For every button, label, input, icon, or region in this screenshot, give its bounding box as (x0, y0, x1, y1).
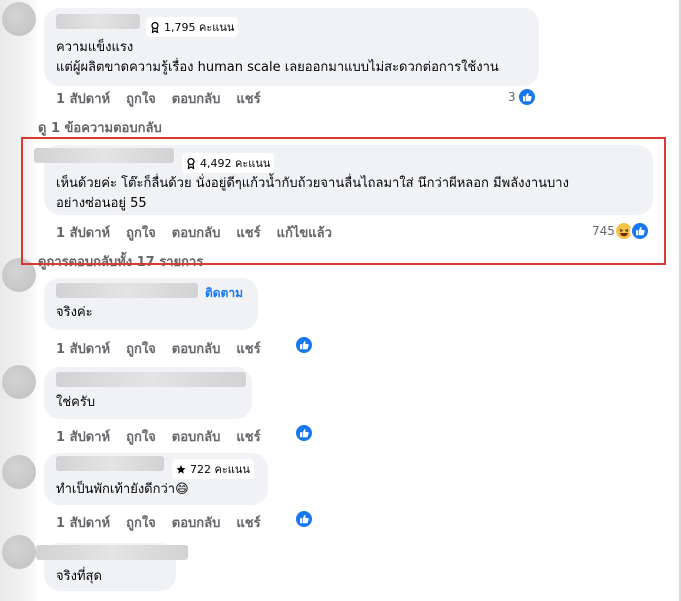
like-button[interactable]: ถูกใจ (126, 88, 156, 109)
avatar[interactable] (2, 455, 36, 489)
top-fan-badge: 722 คะแนน (172, 459, 254, 479)
reply-button[interactable]: ตอบกลับ (172, 338, 221, 359)
blurred-username[interactable] (36, 545, 188, 560)
reply-button[interactable]: ตอบกลับ (172, 426, 221, 447)
reply-button[interactable]: ตอบกลับ (172, 512, 221, 533)
follow-button[interactable]: ติดตาม (205, 284, 243, 303)
like-button[interactable]: ถูกใจ (126, 426, 156, 447)
view-replies-link[interactable]: ดู 1 ข้อความตอบกลับ (38, 117, 162, 138)
comment-actions: 1 สัปดาห์ ถูกใจ ตอบกลับ แชร์ (56, 88, 277, 109)
avatar[interactable] (2, 535, 36, 569)
points-badge-label: 722 คะแนน (190, 463, 250, 476)
comment-text-line: จริงที่สุด (56, 569, 102, 584)
like-button[interactable]: ถูกใจ (126, 512, 156, 533)
thumbs-up-icon[interactable] (294, 423, 314, 443)
thumbs-up-icon[interactable] (294, 335, 314, 355)
star-icon (176, 464, 186, 474)
highlight-box (21, 137, 666, 265)
avatar[interactable] (2, 365, 36, 399)
award-ribbon-icon (151, 21, 159, 33)
comment-text-line: ความแข็งแรง (56, 40, 134, 55)
share-button[interactable]: แชร์ (236, 338, 260, 359)
reaction-count[interactable]: 3 (508, 90, 516, 104)
timestamp-link[interactable]: 1 สัปดาห์ (56, 512, 110, 533)
timestamp-link[interactable]: 1 สัปดาห์ (56, 88, 110, 109)
avatar[interactable] (2, 2, 36, 36)
like-button[interactable]: ถูกใจ (126, 338, 156, 359)
comment-actions: 1 สัปดาห์ ถูกใจ ตอบกลับ แชร์ (56, 338, 277, 359)
comment-actions: 1 สัปดาห์ ถูกใจ ตอบกลับ แชร์ (56, 426, 277, 447)
blurred-username[interactable] (56, 372, 246, 387)
comment-text-line: ใช่ครับ (56, 395, 96, 410)
share-button[interactable]: แชร์ (236, 88, 260, 109)
left-avatar-strip (0, 0, 40, 601)
comment-text-line: แต่ผู้ผลิตขาดความรู้เรื่อง human scale เ… (56, 60, 499, 75)
comment-text-line: จริงค่ะ (56, 305, 93, 320)
blurred-username[interactable] (56, 456, 164, 471)
reply-button[interactable]: ตอบกลับ (172, 88, 221, 109)
share-button[interactable]: แชร์ (236, 426, 260, 447)
timestamp-link[interactable]: 1 สัปดาห์ (56, 426, 110, 447)
thumbs-up-icon[interactable] (294, 509, 314, 529)
thumbs-up-icon[interactable] (517, 87, 537, 107)
blurred-username[interactable] (56, 14, 140, 29)
comment-text-line: ทำเป็นพักเท้ายังดีกว่า😄 (56, 482, 189, 497)
timestamp-link[interactable]: 1 สัปดาห์ (56, 338, 110, 359)
share-button[interactable]: แชร์ (236, 512, 260, 533)
points-badge-label: 1,795 คะแนน (164, 21, 235, 34)
points-badge: 1,795 คะแนน (146, 17, 239, 37)
comment-actions: 1 สัปดาห์ ถูกใจ ตอบกลับ แชร์ (56, 512, 277, 533)
blurred-username[interactable] (56, 283, 198, 298)
